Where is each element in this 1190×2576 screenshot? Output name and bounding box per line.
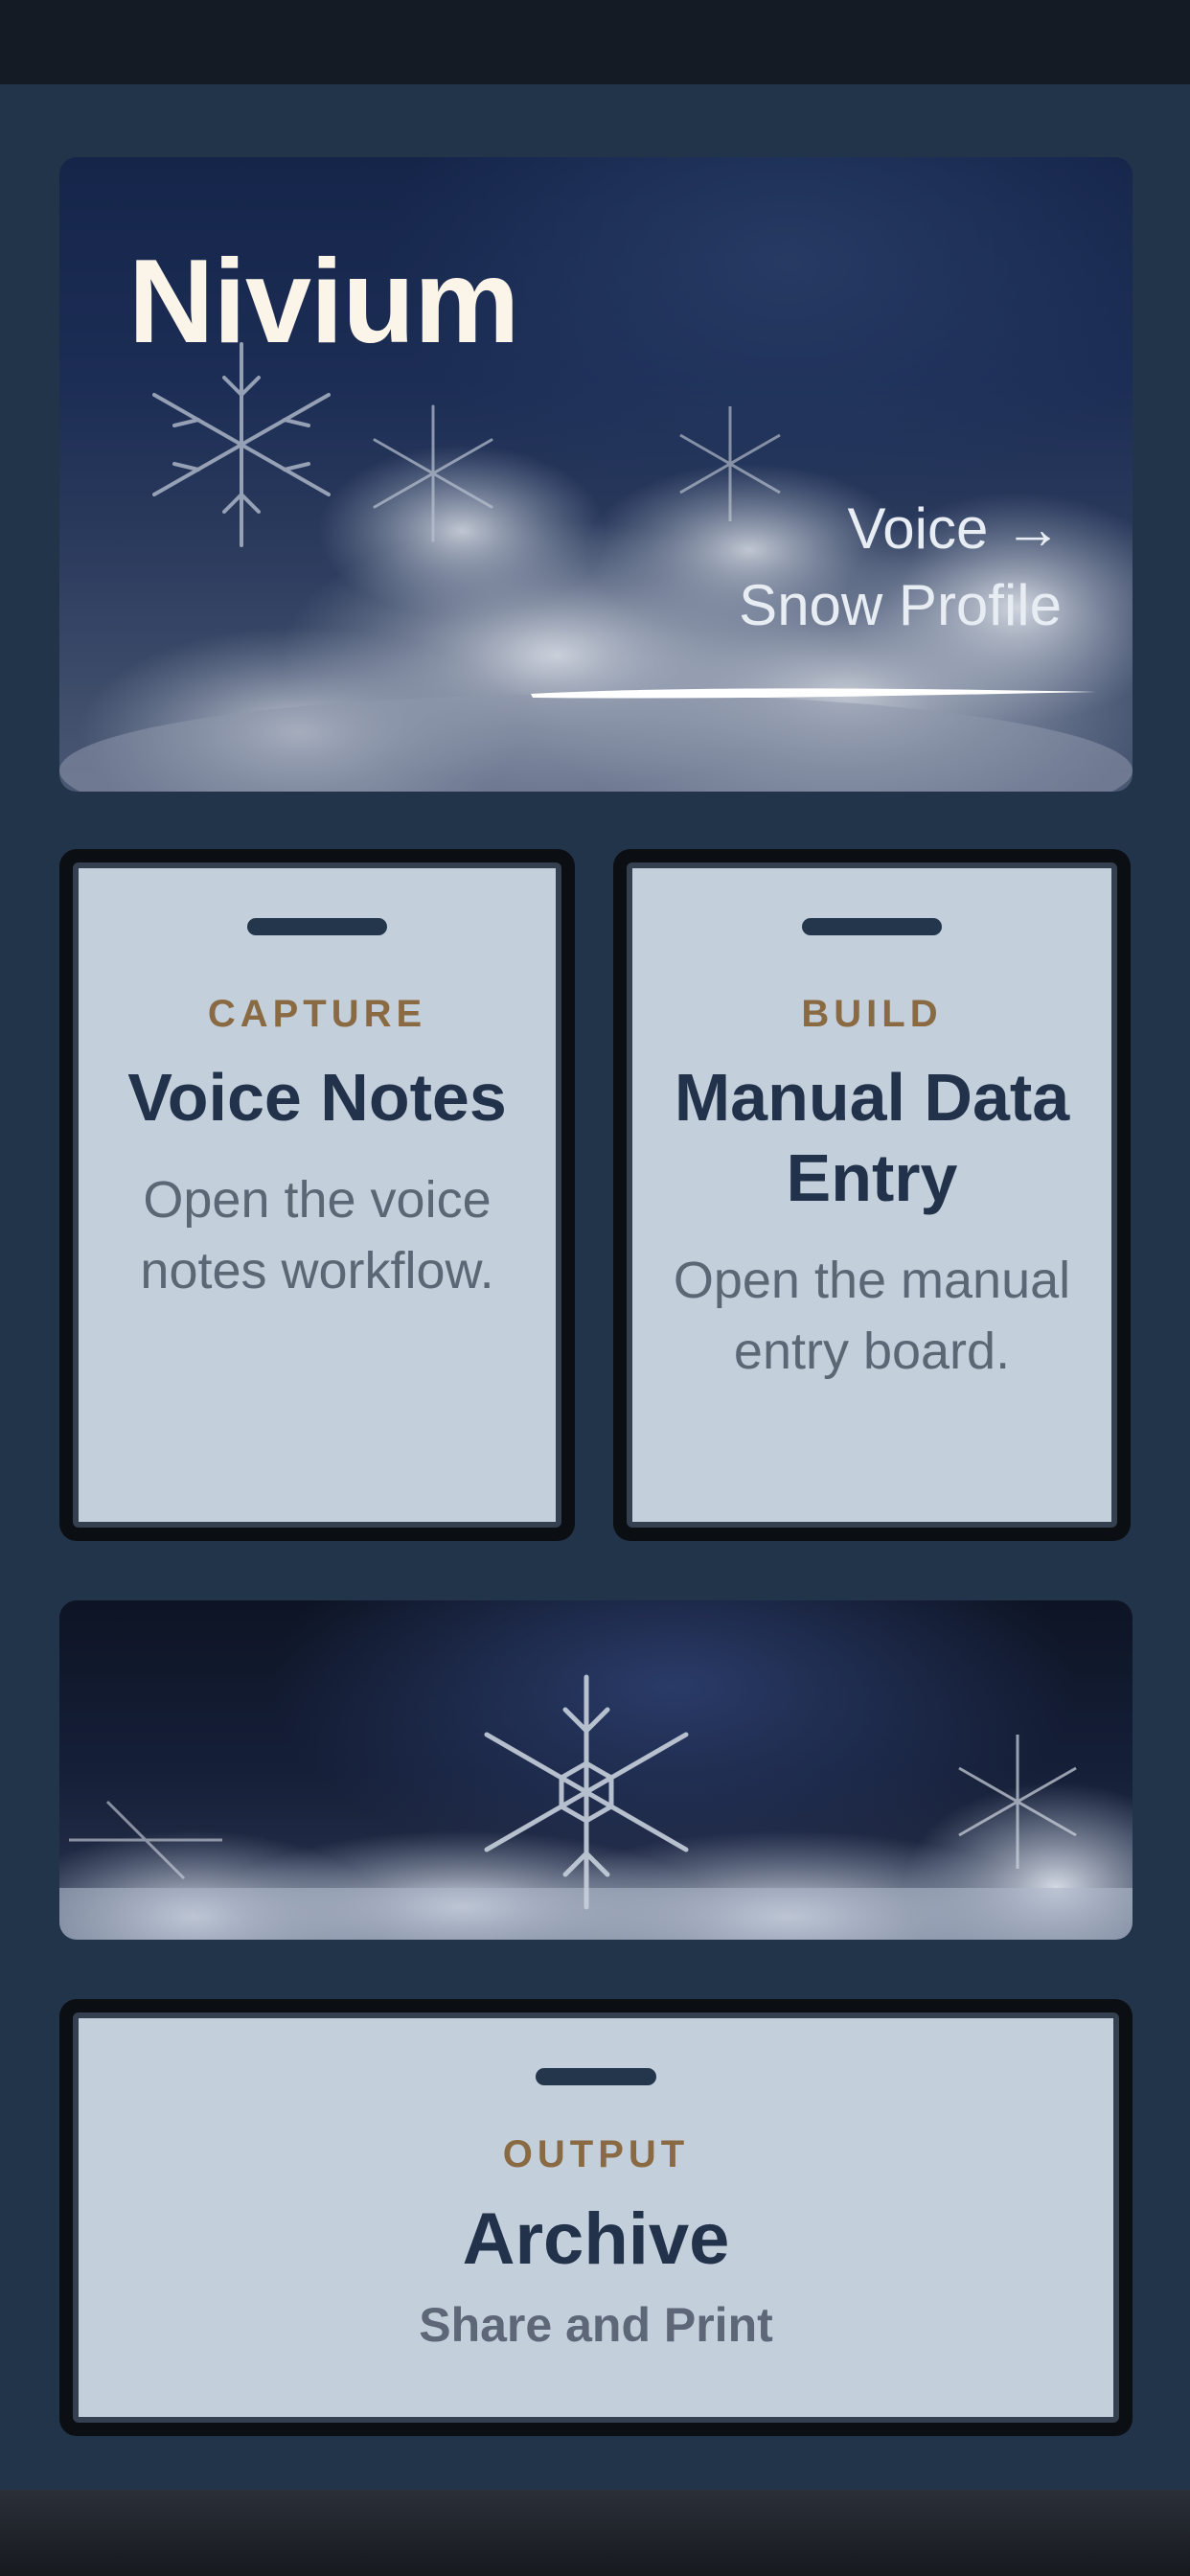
voice-snow-profile-link[interactable]: Voice → Snow Profile bbox=[487, 491, 1062, 644]
drag-handle-icon bbox=[536, 2068, 656, 2085]
manual-data-entry-card[interactable]: BUILD Manual Data Entry Open the manual … bbox=[613, 849, 1131, 1541]
card-eyebrow: BUILD bbox=[801, 993, 943, 1035]
voice-notes-card-body: CAPTURE Voice Notes Open the voice notes… bbox=[73, 862, 561, 1528]
drag-handle-icon bbox=[802, 918, 942, 935]
hero-link-line2: Snow Profile bbox=[739, 573, 1062, 637]
voice-notes-card[interactable]: CAPTURE Voice Notes Open the voice notes… bbox=[59, 849, 575, 1541]
hero-banner: Nivium Voice → Snow Profile bbox=[59, 157, 1133, 792]
card-title: Manual Data Entry bbox=[674, 1060, 1070, 1215]
card-eyebrow: CAPTURE bbox=[207, 993, 427, 1035]
card-description: Open the voice notes workflow. bbox=[140, 1171, 494, 1300]
app-title: Nivium bbox=[128, 236, 519, 368]
brush-underline-icon bbox=[531, 688, 1098, 699]
card-subtitle: Share and Print bbox=[419, 2298, 773, 2352]
bottom-bar bbox=[0, 2490, 1190, 2576]
status-bar bbox=[0, 0, 1190, 84]
card-eyebrow: OUTPUT bbox=[502, 2133, 690, 2175]
card-title: Voice Notes bbox=[127, 1060, 507, 1135]
archive-card-body: OUTPUT Archive Share and Print bbox=[73, 2012, 1119, 2423]
drag-handle-icon bbox=[247, 918, 387, 935]
card-title: Archive bbox=[462, 2198, 730, 2280]
manual-data-entry-card-body: BUILD Manual Data Entry Open the manual … bbox=[627, 862, 1117, 1528]
snow-crystals-banner bbox=[59, 1600, 1133, 1940]
archive-card[interactable]: OUTPUT Archive Share and Print bbox=[59, 1999, 1133, 2436]
snow-crystals-image bbox=[59, 1674, 1133, 1940]
hero-link-line1: Voice → bbox=[847, 496, 1062, 561]
card-description: Open the manual entry board. bbox=[673, 1252, 1071, 1380]
